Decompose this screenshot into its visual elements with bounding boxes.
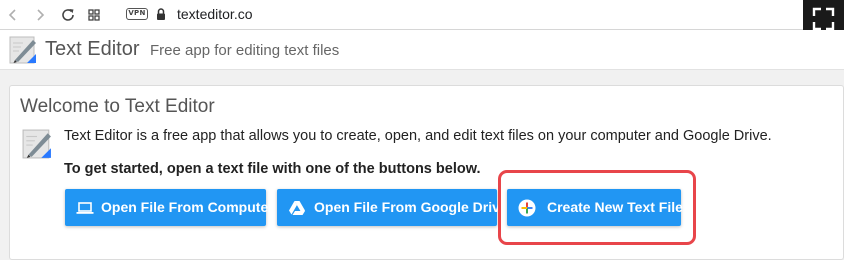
welcome-description: Text Editor is a free app that allows yo…: [64, 128, 772, 144]
app-title[interactable]: Text Editor: [45, 38, 139, 61]
text-editor-logo-icon: [22, 129, 51, 159]
welcome-instruction: To get started, open a text file with on…: [64, 161, 481, 177]
back-arrow-icon[interactable]: [5, 7, 21, 23]
plus-icon: [518, 199, 536, 217]
welcome-title: Welcome to Text Editor: [20, 96, 215, 117]
create-new-text-file-label: Create New Text File: [547, 199, 683, 215]
grid-icon[interactable]: [86, 7, 102, 23]
address-bar-url[interactable]: texteditor.co: [177, 6, 253, 22]
google-drive-icon: [289, 201, 305, 215]
app-subtitle: Free app for editing text files: [150, 42, 340, 59]
vpn-badge[interactable]: VPN: [126, 8, 148, 20]
reload-icon[interactable]: [60, 7, 76, 23]
welcome-card: Welcome to Text Editor Text Editor is a …: [9, 85, 844, 260]
create-new-text-file-button[interactable]: Create New Text File: [507, 189, 683, 226]
open-file-from-computer-label: Open File From Computer: [101, 199, 274, 215]
laptop-icon: [76, 202, 94, 214]
text-editor-logo-icon[interactable]: [9, 36, 37, 64]
open-file-from-computer-button[interactable]: Open File From Computer: [65, 189, 274, 226]
open-file-from-google-drive-button[interactable]: Open File From Google Drive: [277, 189, 508, 226]
forward-arrow-icon[interactable]: [32, 7, 48, 23]
app-header: Text Editor Free app for editing text fi…: [0, 30, 844, 70]
open-file-from-google-drive-label: Open File From Google Drive: [314, 199, 508, 215]
lock-icon[interactable]: [155, 7, 167, 22]
browser-toolbar: VPN texteditor.co: [0, 0, 844, 30]
